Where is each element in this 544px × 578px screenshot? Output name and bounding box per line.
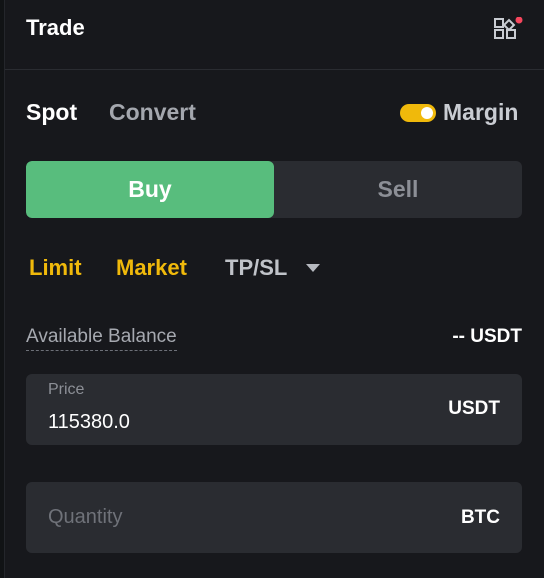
tab-limit[interactable]: Limit <box>29 255 82 281</box>
price-label: Price <box>48 381 85 398</box>
buy-button[interactable]: Buy <box>26 161 274 218</box>
toggle-knob <box>421 107 433 119</box>
available-balance-value: -- USDT <box>452 326 522 347</box>
trade-header: Trade <box>5 0 544 70</box>
quantity-input[interactable] <box>48 506 408 529</box>
price-unit: USDT <box>448 398 500 419</box>
price-field[interactable]: Price USDT <box>26 374 522 445</box>
trade-panel: Trade Spot Convert Margin Buy Sell Limit… <box>4 0 544 578</box>
apps-grid-icon[interactable] <box>493 16 523 43</box>
tab-market[interactable]: Market <box>116 255 187 281</box>
buy-sell-switch: Buy Sell <box>26 161 522 218</box>
quantity-unit: BTC <box>460 507 500 528</box>
sell-button[interactable]: Sell <box>274 161 522 218</box>
price-input[interactable] <box>48 411 348 434</box>
available-balance-label[interactable]: Available Balance <box>26 326 177 351</box>
caret-down-icon[interactable] <box>306 264 320 272</box>
tab-convert[interactable]: Convert <box>109 99 196 126</box>
mode-tabs: Spot Convert Margin <box>5 96 544 130</box>
panel-title: Trade <box>26 15 85 40</box>
quantity-field[interactable]: BTC <box>26 482 522 553</box>
tab-tpsl[interactable]: TP/SL <box>225 255 287 281</box>
balance-row: Available Balance -- USDT <box>5 323 544 353</box>
margin-toggle[interactable] <box>400 104 436 122</box>
order-type-tabs: Limit Market TP/SL <box>5 253 544 285</box>
notification-dot <box>515 16 523 24</box>
margin-label[interactable]: Margin <box>443 99 518 126</box>
tab-spot[interactable]: Spot <box>26 99 77 126</box>
